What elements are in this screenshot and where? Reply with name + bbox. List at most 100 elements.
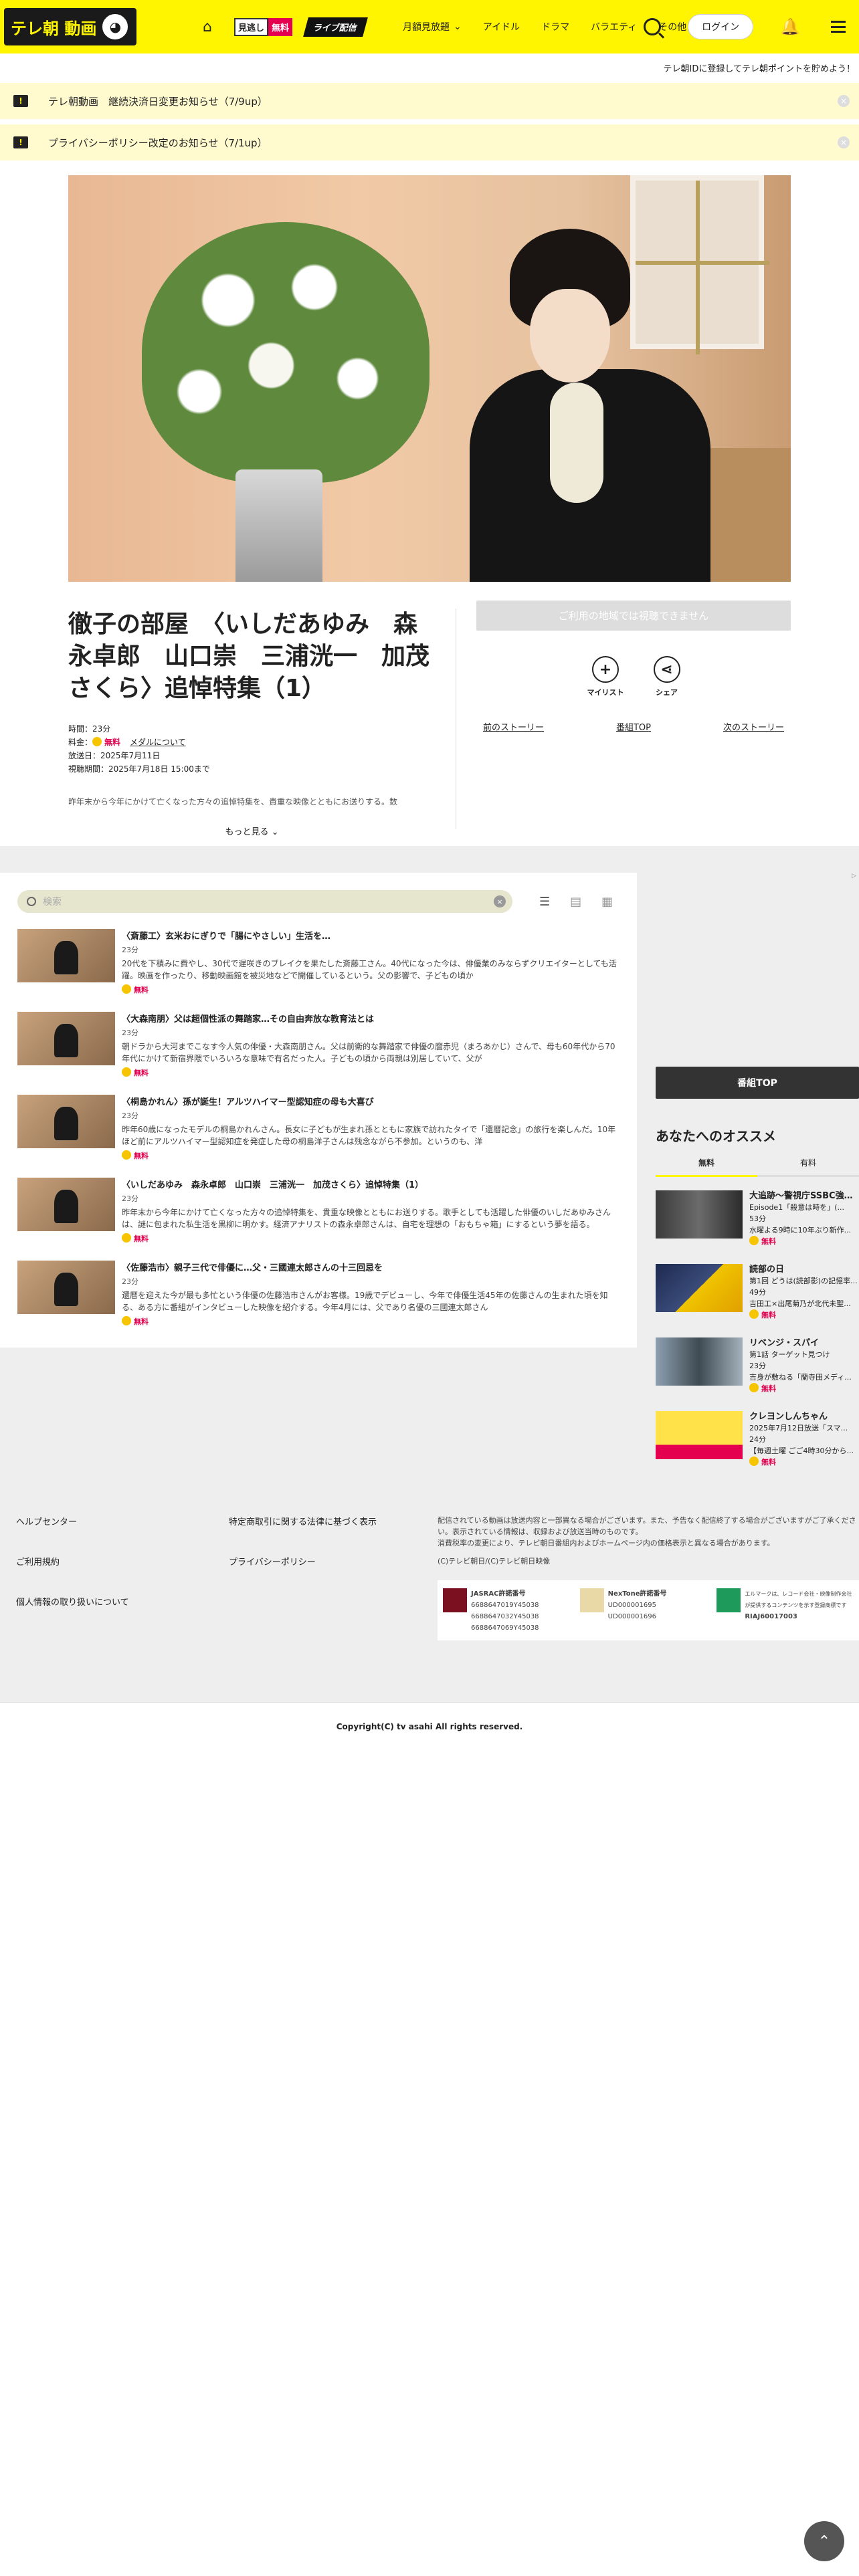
recommend-thumbnail: [656, 1337, 743, 1386]
recommend-item[interactable]: クレヨンしんちゃん 2025年7月12日放送「スマ... 24分 【毎週土曜 ご…: [656, 1411, 859, 1471]
footer-link-privacy[interactable]: プライバシーポリシー: [229, 1555, 316, 1568]
price-value: 無料: [104, 738, 121, 747]
close-icon[interactable]: ×: [838, 95, 850, 107]
login-button[interactable]: ログイン: [688, 14, 754, 39]
recommend-price: 無料: [749, 1236, 859, 1247]
recommend-free-label: 無料: [761, 1311, 776, 1319]
footer-link-personal-info[interactable]: 個人情報の取り扱いについて: [16, 1595, 129, 1608]
medal-icon: [122, 984, 131, 994]
bell-icon[interactable]: 🔔: [780, 17, 800, 36]
recommend-item[interactable]: リベンジ・スパイ 第1話 ターゲット見つけ 23分 吉身が敷ねる「蘭寺田メディ.…: [656, 1337, 859, 1398]
medal-link[interactable]: メダルについて: [130, 738, 186, 747]
footer-notes: 配信されている動画は放送内容と一部異なる場合がございます。また、予告なく配信終了…: [438, 1515, 859, 1640]
episode-description: 還暦を迎えた今が最も多忙という俳優の佐藤浩市さんがお客様。19歳でデビューし、今…: [122, 1291, 608, 1312]
recommend-episode: Episode1「殺意は時を」(...: [749, 1203, 844, 1212]
chevron-up-icon: ⌃: [818, 2533, 831, 2550]
program-top-button[interactable]: 番組TOP: [656, 1067, 859, 1099]
nextone-title: NexTone許諾番号: [607, 1590, 667, 1598]
compact-view-icon[interactable]: ▤: [570, 895, 581, 909]
menu-icon[interactable]: [831, 21, 846, 33]
live-link[interactable]: ライブ配信: [303, 17, 368, 37]
episode-item[interactable]: 〈大森南朋〉父は超個性派の舞踏家…その自由奔放な教育法とは 23分 朝ドラから大…: [17, 1012, 619, 1079]
viewing-period: 視聴期間：2025年7月18日 15:00まで: [68, 764, 210, 774]
episode-free-label: 無料: [134, 1152, 149, 1160]
riaj-license: エルマークは、レコード会社・映像制作会社が提供するコンテンツを示す登録商標です R…: [717, 1588, 854, 1632]
episode-title: 〈桐島かれん〉孫が誕生！アルツハイマー型認知症の母も大喜び: [122, 1097, 374, 1107]
grid-view-icon[interactable]: ▦: [601, 895, 613, 909]
lmark-logo-icon: [717, 1588, 741, 1612]
jasrac-logo-icon: [443, 1588, 467, 1612]
recommend-price: 無料: [749, 1383, 859, 1394]
program-details: 徹子の部屋 〈いしだあゆみ 森永卓郎 山口崇 三浦洸一 加茂さくら〉追悼特集（1…: [68, 609, 456, 837]
program-actions: ご利用の地域では視聴できません + マイリスト ⋖ シェア 前のストーリー 番組TO…: [476, 601, 791, 848]
nav-item-variety[interactable]: バラエティ: [580, 0, 648, 53]
logo-text: テレ朝 動画: [11, 19, 97, 38]
search-icon[interactable]: [644, 18, 662, 35]
footer-link-help[interactable]: ヘルプセンター: [16, 1515, 77, 1527]
notice-bar[interactable]: ! テレ朝動画 継続決済日変更お知らせ（7/9up） ×: [0, 83, 859, 119]
prev-story-link[interactable]: 前のストーリー: [483, 720, 544, 733]
recommend-desc: 吉田工×出尾菊乃が北代未聖...: [749, 1299, 851, 1308]
recommend-thumbnail: [656, 1264, 743, 1312]
home-icon[interactable]: ⌂: [194, 13, 221, 40]
free-catchup-link[interactable]: 見逃し 無料: [234, 17, 293, 36]
medal-icon: [122, 1316, 131, 1325]
nav-item-subscription[interactable]: 月額見放題 ⌄: [392, 0, 472, 53]
recommend-thumbnail: [656, 1190, 743, 1239]
nav-item-idol[interactable]: アイドル: [472, 0, 531, 53]
episode-price: 無料: [122, 1316, 617, 1327]
recommend-free-label: 無料: [761, 1384, 776, 1393]
site-logo[interactable]: テレ朝 動画 ◕: [0, 0, 140, 53]
footer-link-terms[interactable]: ご利用規約: [16, 1555, 60, 1568]
recommend-desc: 【毎週土曜 ごご4時30分から...: [749, 1446, 854, 1455]
episode-item[interactable]: 〈桐島かれん〉孫が誕生！アルツハイマー型認知症の母も大喜び 23分 昨年60歳に…: [17, 1095, 619, 1162]
medal-icon: [92, 737, 102, 746]
recommend-item[interactable]: 大追跡～警視庁SSBC強行犯係～ Episode1「殺意は時を」(... 53分…: [656, 1190, 859, 1251]
view-toggle: ☰ ▤ ▦: [539, 895, 613, 909]
recommend-price: 無料: [749, 1309, 859, 1321]
episode-description: 20代を下積みに費やし、30代で遅咲きのブレイクを果たした斎藤工さん。40代にな…: [122, 959, 617, 980]
recommend-duration: 24分: [749, 1435, 766, 1444]
promo-line[interactable]: テレ朝IDに登録してテレ朝ポイントを貯めよう！: [0, 53, 859, 83]
program-info: 徹子の部屋 〈いしだあゆみ 森永卓郎 山口崇 三浦洸一 加茂さくら〉追悼特集（1…: [68, 601, 791, 848]
show-more-button[interactable]: もっと見る ⌄: [68, 825, 436, 837]
back-to-top-button[interactable]: ⌃: [804, 2521, 844, 2561]
clear-icon[interactable]: ×: [494, 895, 506, 907]
episode-item[interactable]: 〈斎藤工〉玄米おにぎりで「腸にやさしい」生活を… 23分 20代を下積みに費やし…: [17, 929, 619, 996]
footer-note: 配信されている動画は放送内容と一部異なる場合がございます。また、予告なく配信終了…: [438, 1516, 856, 1536]
nav-label: 月額見放題: [403, 22, 450, 33]
recommend-title: リベンジ・スパイ: [749, 1338, 820, 1348]
nav-item-drama[interactable]: ドラマ: [531, 0, 580, 53]
episode-description: 昨年末から今年にかけて亡くなった方々の追悼特集を、貴重な映像とともにお送りする。…: [122, 1208, 611, 1229]
share-icon: ⋖: [653, 656, 680, 683]
recommend-item[interactable]: 読部の日 第1回 どうは(読部影)の記憶率... 49分 吉田工×出尾菊乃が北代…: [656, 1264, 859, 1324]
footer-note: 消費税率の変更により、テレビ朝日番組内およびホームページ内の価格表示と異なる場合…: [438, 1539, 775, 1547]
riaj-number: RIAJ60017003: [745, 1613, 797, 1620]
header: テレ朝 動画 ◕ ⌂ 見逃し 無料 ライブ配信 月額見放題 ⌄ アイドル ドラマ …: [0, 0, 859, 53]
episode-duration: 23分: [122, 1111, 138, 1120]
mylist-label: マイリスト: [587, 688, 624, 697]
program-top-link[interactable]: 番組TOP: [616, 720, 651, 733]
close-icon[interactable]: ×: [838, 136, 850, 148]
list-view-icon[interactable]: ☰: [539, 895, 550, 909]
medal-icon: [122, 1067, 131, 1077]
recommend-duration: 49分: [749, 1288, 766, 1297]
mylist-button[interactable]: + マイリスト: [587, 656, 624, 697]
chevron-down-icon: ⌄: [454, 21, 462, 32]
recommend-thumbnail: [656, 1411, 743, 1459]
episode-item[interactable]: 〈いしだあゆみ 森永卓郎 山口崇 三浦洸一 加茂さくら〉追悼特集（1） 23分 …: [17, 1178, 619, 1245]
badge-free-label-b: 無料: [268, 17, 293, 36]
notice-bar[interactable]: ! プライバシーポリシー改定のお知らせ（7/1up） ×: [0, 124, 859, 160]
episode-search-input[interactable]: 検索 ×: [17, 890, 512, 913]
nextone-logo-icon: [579, 1588, 604, 1612]
recommend-tabs: 無料 有料: [656, 1157, 859, 1177]
tab-paid[interactable]: 有料: [757, 1157, 859, 1177]
tab-free[interactable]: 無料: [656, 1157, 757, 1177]
share-button[interactable]: ⋖ シェア: [653, 656, 680, 697]
episode-title: 〈大森南朋〉父は超個性派の舞踏家…その自由奔放な教育法とは: [122, 1014, 375, 1025]
next-story-link[interactable]: 次のストーリー: [723, 720, 784, 733]
price-row: 料金： 無料 メダルについて: [68, 736, 436, 749]
header-right: ログイン 🔔: [644, 0, 859, 53]
episode-item[interactable]: 〈佐藤浩市〉親子三代で俳優に…父・三國連太郎さんの十三回忌を 23分 還暦を迎え…: [17, 1261, 619, 1327]
footer-link-commerce[interactable]: 特定商取引に関する法律に基づく表示: [229, 1515, 377, 1527]
